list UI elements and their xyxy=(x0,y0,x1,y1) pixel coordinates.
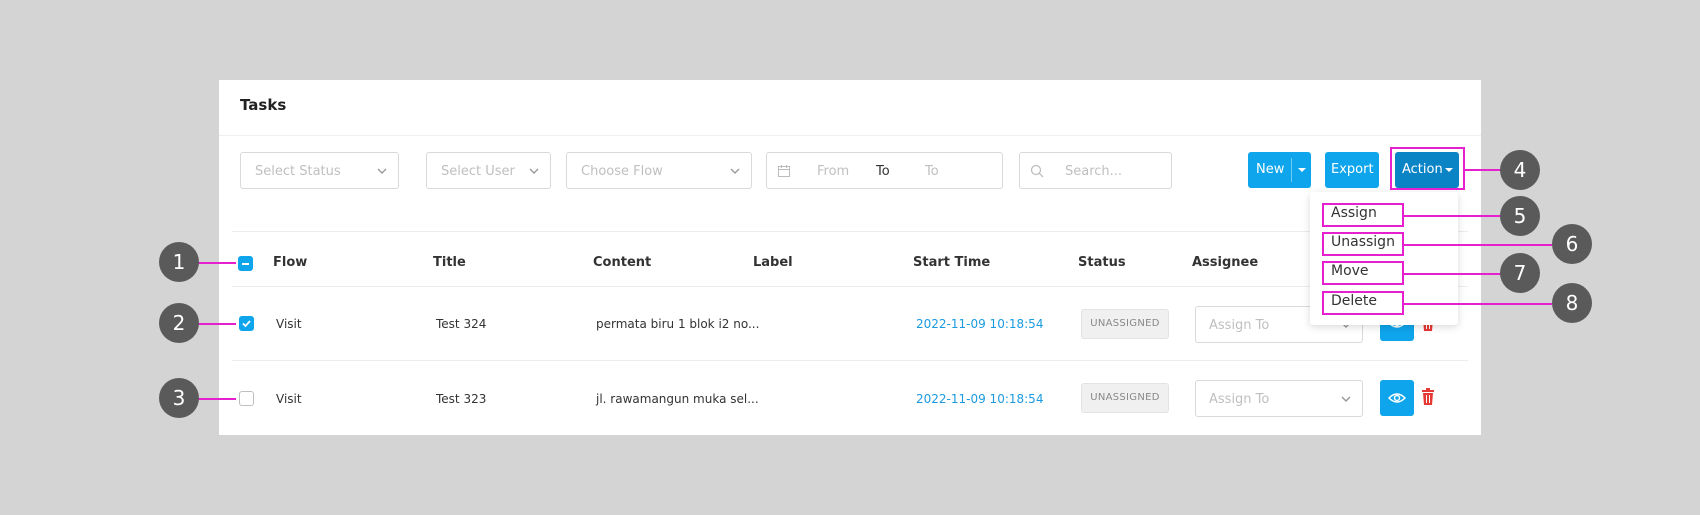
caret-down-icon[interactable] xyxy=(1298,168,1306,172)
calendar-icon xyxy=(778,165,790,177)
callout-badge: 5 xyxy=(1500,196,1540,236)
search-input[interactable]: Search... xyxy=(1019,152,1172,189)
row-content: permata biru 1 blok i2 no... xyxy=(596,317,760,331)
chevron-down-icon xyxy=(1341,396,1351,402)
chevron-down-icon xyxy=(377,168,387,174)
column-header-start-time[interactable]: Start Time xyxy=(913,255,990,270)
search-icon xyxy=(1030,164,1044,178)
column-header-assignee[interactable]: Assignee xyxy=(1192,255,1258,270)
select-all-checkbox[interactable] xyxy=(238,256,253,271)
column-header-flow[interactable]: Flow xyxy=(273,255,307,270)
row-checkbox[interactable] xyxy=(239,316,254,331)
page-title: Tasks xyxy=(240,96,287,114)
status-badge: UNASSIGNED xyxy=(1081,309,1169,339)
callout-badge: 2 xyxy=(159,303,199,343)
export-button-label: Export xyxy=(1331,162,1374,177)
column-header-title[interactable]: Title xyxy=(433,255,466,270)
column-header-content[interactable]: Content xyxy=(593,255,651,270)
assign-to-placeholder: Assign To xyxy=(1209,392,1270,407)
row-start-time[interactable]: 2022-11-09 10:18:54 xyxy=(916,392,1043,406)
flow-select-placeholder: Choose Flow xyxy=(581,164,663,179)
user-select[interactable]: Select User xyxy=(426,152,551,189)
column-header-status[interactable]: Status xyxy=(1078,255,1126,270)
callout-badge: 3 xyxy=(159,378,199,418)
user-select-placeholder: Select User xyxy=(441,164,515,179)
table-top-divider xyxy=(232,231,1468,232)
connector-line xyxy=(198,398,236,400)
tasks-card: Tasks Select Status Select User Choose F… xyxy=(219,80,1481,435)
date-to-input[interactable]: To xyxy=(925,164,939,179)
status-select[interactable]: Select Status xyxy=(240,152,399,189)
new-button[interactable]: New xyxy=(1248,152,1311,188)
row-start-time[interactable]: 2022-11-09 10:18:54 xyxy=(916,317,1043,331)
status-select-placeholder: Select Status xyxy=(255,164,341,179)
header-divider xyxy=(219,135,1481,136)
row-content: jl. rawamangun muka sel... xyxy=(596,392,759,406)
highlight-delete xyxy=(1322,291,1404,315)
connector-line xyxy=(1404,303,1552,305)
connector-line xyxy=(1404,244,1552,246)
flow-select[interactable]: Choose Flow xyxy=(566,152,752,189)
highlight-assign xyxy=(1322,203,1404,227)
date-range-picker[interactable]: From To To xyxy=(766,152,1003,189)
trash-icon[interactable] xyxy=(1420,388,1436,406)
eye-icon xyxy=(1388,393,1406,403)
split-divider xyxy=(1291,158,1292,182)
row-divider xyxy=(232,360,1468,361)
search-placeholder: Search... xyxy=(1065,164,1123,179)
column-header-label[interactable]: Label xyxy=(753,255,793,270)
callout-badge: 8 xyxy=(1552,283,1592,323)
callout-badge: 6 xyxy=(1552,224,1592,264)
row-flow: Visit xyxy=(276,317,302,331)
callout-badge: 4 xyxy=(1500,150,1540,190)
row-checkbox[interactable] xyxy=(239,391,254,406)
connector-line xyxy=(1465,169,1501,171)
highlight-move xyxy=(1322,261,1404,285)
highlight-action-button xyxy=(1390,147,1465,190)
date-from-input[interactable]: From xyxy=(817,164,849,179)
callout-badge: 1 xyxy=(159,242,199,282)
row-title: Test 323 xyxy=(436,392,487,406)
chevron-down-icon xyxy=(730,168,740,174)
view-button[interactable] xyxy=(1380,380,1414,416)
assign-to-select[interactable]: Assign To xyxy=(1195,380,1363,417)
row-flow: Visit xyxy=(276,392,302,406)
connector-line xyxy=(1404,215,1501,217)
row-title: Test 324 xyxy=(436,317,487,331)
new-button-label: New xyxy=(1256,162,1285,177)
header-bottom-divider xyxy=(232,286,1468,287)
chevron-down-icon xyxy=(529,168,539,174)
assign-to-placeholder: Assign To xyxy=(1209,318,1270,333)
check-icon xyxy=(242,320,251,328)
connector-line xyxy=(1404,273,1501,275)
callout-badge: 7 xyxy=(1500,253,1540,293)
date-separator: To xyxy=(876,164,890,179)
connector-line xyxy=(198,323,236,325)
status-badge: UNASSIGNED xyxy=(1081,383,1169,413)
export-button[interactable]: Export xyxy=(1325,152,1379,188)
minus-icon xyxy=(242,263,249,265)
highlight-unassign xyxy=(1322,232,1404,256)
connector-line xyxy=(198,262,236,264)
